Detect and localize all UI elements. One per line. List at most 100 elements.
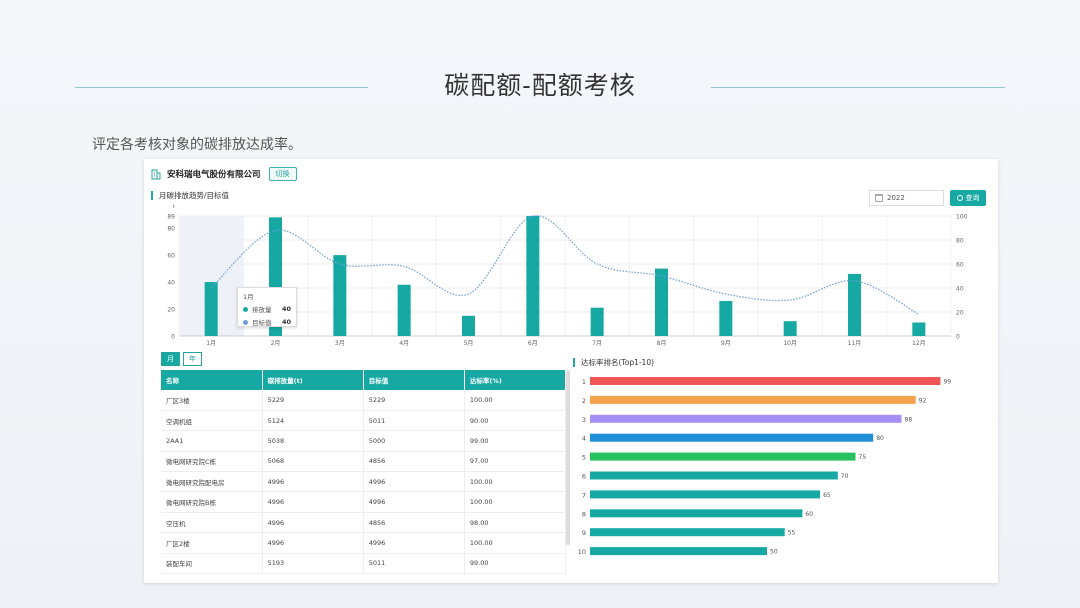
ranking-section-title: 达标率排名(Top1-10)	[573, 358, 654, 367]
table-cell: 100.00	[464, 390, 566, 411]
table-cell: 5124	[262, 410, 364, 432]
table-row[interactable]: 微电网研究院C栋 5068 4856 97.00	[161, 451, 566, 473]
table-cell: 5000	[363, 430, 465, 452]
table-header-row: 名称 碳排放量(t) 目标值 达标率(%)	[161, 370, 566, 390]
bar-emission	[397, 284, 411, 336]
legend-dot-icon	[243, 306, 248, 312]
y-left-tick-label: 80	[167, 226, 175, 233]
table-scrollbar[interactable]	[566, 370, 570, 545]
y-right-tick-label: 0	[956, 334, 960, 341]
ranking-chart: 1 99 2 92 3 88 4 80 5 75 6 70 7 65 8 60 9 55 10 50	[578, 377, 951, 556]
rank-value-label: 55	[788, 530, 796, 537]
bar-emission	[848, 273, 861, 336]
y-right-tick-label: 80	[956, 238, 964, 245]
bar-emission	[204, 282, 218, 336]
rank-value-label: 88	[905, 416, 913, 423]
tooltip-label: 目标值	[252, 319, 272, 327]
rank-value-label: 92	[919, 397, 927, 404]
rank-bar	[590, 528, 785, 537]
table-cell: 5011	[363, 410, 465, 432]
rank-bar	[590, 490, 821, 499]
title-line-right	[711, 87, 1005, 88]
y-left-tick-label: 89	[167, 214, 175, 221]
y-right-tick-label: 40	[956, 286, 964, 293]
y-left-tick-label: 0	[171, 334, 175, 341]
rank-value-label: 60	[805, 511, 813, 518]
table-cell: 5229	[363, 390, 465, 411]
table-cell: 5068	[262, 451, 364, 473]
table-cell: 97.00	[464, 451, 566, 473]
column-header: 达标率(%)	[464, 370, 566, 390]
table-cell: 5038	[262, 430, 364, 452]
rank-label: 2	[582, 397, 586, 405]
x-tick-label: 2月	[271, 340, 281, 347]
table-row[interactable]: 装配车间 5193 5011 99.00	[161, 553, 566, 575]
x-tick-label: 11月	[848, 340, 862, 347]
rank-label: 1	[582, 378, 586, 386]
bar-emission	[333, 255, 347, 336]
table-row[interactable]: 厂区2楼 4996 4996 100.00	[161, 532, 566, 554]
rank-bar	[590, 547, 767, 556]
table-cell: 4856	[363, 512, 465, 534]
rank-label: 3	[582, 416, 586, 424]
dashboard-card: 安科瑞电气股份有限公司 切换 月碳排放趋势/目标值 2022 查询 0 20 40 6…	[144, 159, 998, 583]
table-row[interactable]: 空压机 4996 4856 98.00	[161, 512, 566, 534]
table-cell: 2AA1	[161, 430, 263, 452]
table-row[interactable]: 2AA1 5038 5000 99.00	[161, 430, 566, 452]
tooltip-label: 排放量	[252, 306, 272, 314]
y-right-tick-label: 60	[956, 262, 964, 269]
y-right-tick-label: 20	[956, 310, 964, 317]
slide-title: 碳配额-配额考核	[444, 71, 636, 100]
y-left-unit-label: t	[173, 204, 175, 210]
rank-label: 6	[582, 473, 586, 481]
table-cell: 5193	[262, 553, 364, 575]
table-cell: 4996	[363, 532, 465, 554]
rank-bar	[590, 395, 916, 404]
x-tick-label: 10月	[783, 340, 797, 347]
table-cell: 5011	[363, 553, 465, 575]
table-cell: 4996	[262, 512, 364, 534]
rank-value-label: 70	[841, 473, 849, 480]
y-left-tick-label: 40	[167, 280, 175, 287]
table-cell: 装配车间	[161, 553, 263, 575]
bar-emission	[655, 268, 668, 336]
table-cell: 5229	[262, 390, 364, 411]
x-tick-label: 3月	[335, 340, 345, 347]
x-tick-label: 5月	[464, 340, 474, 347]
column-header: 目标值	[363, 370, 465, 390]
period-toggle: 月 年	[161, 352, 202, 366]
table-row[interactable]: 厂区3楼 5229 5229 100.00	[161, 390, 566, 411]
rank-bar	[590, 377, 941, 385]
bar-emission	[526, 216, 540, 336]
rank-label: 8	[582, 510, 586, 518]
table-cell: 100.00	[464, 471, 566, 493]
toggle-year[interactable]: 年	[183, 352, 202, 366]
tooltip-month: 1月	[243, 293, 254, 301]
table-row[interactable]: 微电网研究院B栋 4996 4996 100.00	[161, 491, 566, 513]
x-tick-label: 1月	[206, 340, 216, 347]
y-left-tick-label: 60	[167, 253, 175, 260]
rank-label: 5	[582, 454, 586, 462]
x-tick-label: 4月	[399, 340, 409, 347]
toggle-month[interactable]: 月	[161, 352, 180, 366]
table-row[interactable]: 空调机组 5124 5011 90.00	[161, 410, 566, 432]
table-cell: 99.00	[464, 553, 566, 575]
x-tick-label: 12月	[912, 340, 926, 347]
table-cell: 空压机	[161, 512, 263, 534]
table-cell: 厂区2楼	[161, 532, 263, 554]
rank-value-label: 50	[770, 549, 778, 556]
table-cell: 空调机组	[161, 410, 263, 432]
table-cell: 厂区3楼	[161, 390, 263, 411]
y-left-tick-label: 20	[167, 307, 175, 314]
bar-emission	[783, 321, 797, 336]
tooltip-value: 40	[281, 305, 291, 313]
rank-value-label: 65	[823, 492, 831, 499]
table-row[interactable]: 微电网研究院配电房 4996 4996 100.00	[161, 471, 566, 493]
rank-label: 10	[578, 548, 586, 556]
slide-subtitle: 评定各考核对象的碳排放达成率。	[92, 137, 302, 153]
legend-dot-icon	[243, 319, 248, 325]
rank-bar	[590, 471, 838, 480]
table-cell: 4996	[262, 471, 364, 493]
table-cell: 90.00	[464, 410, 566, 432]
rank-bar	[590, 452, 856, 461]
